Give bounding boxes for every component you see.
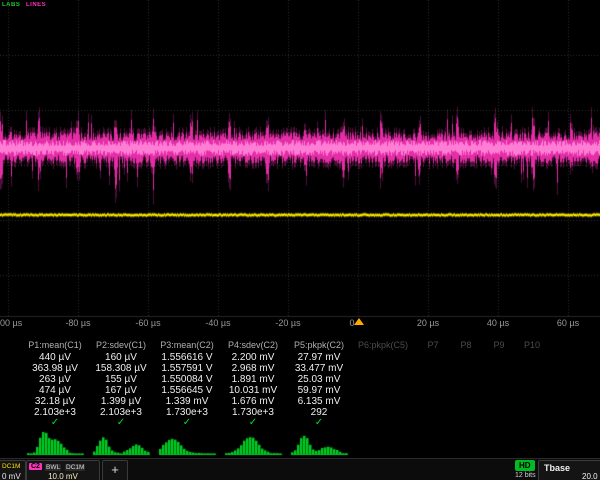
timebase-descriptor[interactable]: Tbase 20.0 µs/div [538,460,600,480]
measure-header[interactable]: P10 [524,340,540,350]
measure-value: 25.03 mV [298,374,341,385]
measure-value: 2.968 mV [232,363,275,374]
c1-descriptor[interactable]: DC1M 0 mV [0,460,26,480]
measure-value: 2.200 mV [232,352,275,363]
measure-value: 263 µV [39,374,71,385]
c2-channel-label: C2 [29,463,42,470]
c1-scale-value: 0 mV [2,472,21,480]
measure-value: 1.557591 V [161,363,212,374]
oscilloscope-screen: LABS LINES 00 µs -80 µs -60 µs -40 µs -20 µs… [0,0,600,480]
measure-value: 27.97 mV [298,352,341,363]
measure-value: 158.308 µV [95,363,146,374]
time-label: 60 µs [557,318,579,328]
measure-header[interactable]: P4:sdev(C2) [228,340,278,350]
measure-value: 1.550084 V [161,374,212,385]
c2-coupling-badge: DC1M [65,464,85,471]
hd-mode-badge: HD [515,460,535,471]
time-label: -20 µs [275,318,300,328]
measure-value: 167 µV [105,385,137,396]
measure-value: 33.477 mV [295,363,343,374]
measure-header[interactable]: P1:mean(C1) [28,340,82,350]
hd-mode-sub: 12 bits [515,472,536,479]
timebase-label: Tbase [544,463,570,473]
time-label: -60 µs [135,318,160,328]
timebase-scale: 20.0 µs/div [582,472,600,480]
time-label: 00 µs [0,318,22,328]
c2-scale-value: 10.0 mV [48,472,78,480]
measure-value: 1.891 mV [232,374,275,385]
c1-coupling-badge: DC1M [1,463,21,470]
measure-value: 10.031 mV [229,385,277,396]
measure-header[interactable]: P7 [427,340,438,350]
measure-status-check: ✓ [117,417,125,428]
measure-value: 1.556616 V [161,352,212,363]
measure-header[interactable]: P3:mean(C2) [160,340,214,350]
measure-header[interactable]: P5:pkpk(C2) [294,340,344,350]
measure-status-check: ✓ [249,417,257,428]
measure-status-check: ✓ [315,417,323,428]
time-label: 20 µs [417,318,439,328]
measure-value: 1.676 mV [232,396,275,407]
measure-header[interactable]: P8 [460,340,471,350]
measure-value: 160 µV [105,352,137,363]
measure-value: 1.399 µV [101,396,141,407]
measure-value: 440 µV [39,352,71,363]
measure-value: 59.97 mV [298,385,341,396]
add-trace-button[interactable]: + [102,460,128,480]
top-left-label-1: LABS [2,2,20,8]
trigger-position-marker [354,318,364,325]
measure-header[interactable]: P2:sdev(C1) [96,340,146,350]
measure-value: 1.339 mV [166,396,209,407]
measure-status-check: ✓ [183,417,191,428]
time-label: 40 µs [487,318,509,328]
measure-status-check: ✓ [51,417,59,428]
measure-value: 6.135 mV [298,396,341,407]
measure-header[interactable]: P9 [493,340,504,350]
c2-descriptor[interactable]: C2 BWL DC1M 10.0 mV [26,460,100,480]
top-left-label-2: LINES [26,2,46,8]
measure-value: 32.18 µV [35,396,75,407]
time-label: -80 µs [65,318,90,328]
c2-bwl-badge: BWL [45,464,61,471]
measure-value: 1.556645 V [161,385,212,396]
measure-value: 155 µV [105,374,137,385]
measure-header[interactable]: P6:pkpk(C5) [358,340,408,350]
bottom-toolbar: DC1M 0 mV C2 BWL DC1M 10.0 mV + HD 12 bi… [0,458,600,480]
time-label: -40 µs [205,318,230,328]
measure-value: 474 µV [39,385,71,396]
measure-value: 363.98 µV [32,363,78,374]
